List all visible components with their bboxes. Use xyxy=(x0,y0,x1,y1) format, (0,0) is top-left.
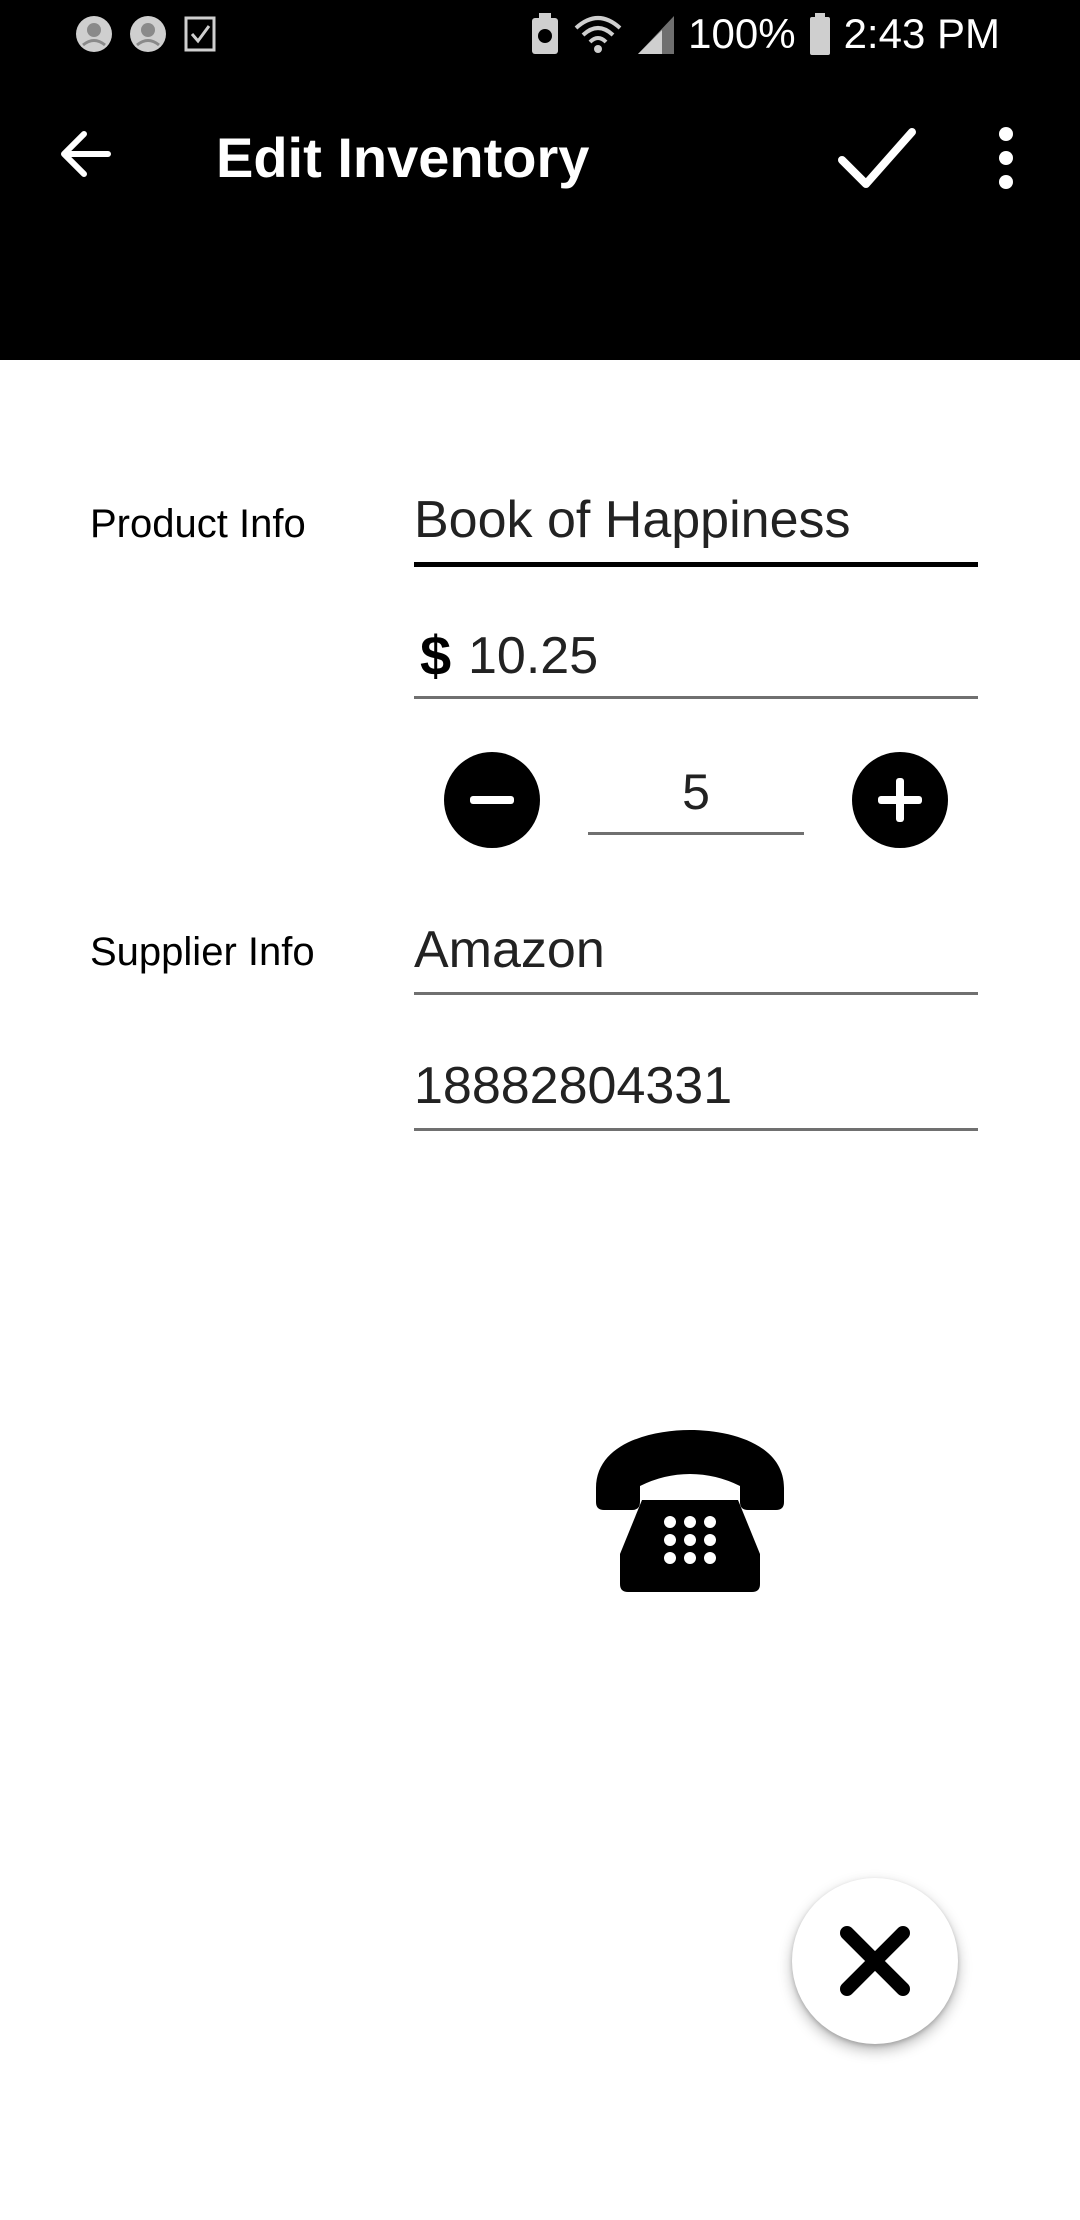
plus-circle-icon xyxy=(878,778,922,822)
supplier-name-field[interactable]: Amazon xyxy=(414,912,978,995)
system-status: 100% 2:43 PM xyxy=(530,10,1000,58)
status-time: 2:43 PM xyxy=(843,10,1000,57)
notification-app-icon xyxy=(130,16,166,52)
decrement-quantity-button[interactable] xyxy=(444,752,540,848)
quantity-field[interactable]: 5 xyxy=(588,754,804,835)
check-icon[interactable] xyxy=(834,116,918,200)
supplier-name-value: Amazon xyxy=(414,921,605,979)
battery-icon xyxy=(809,13,830,55)
product-info-label: Product Info xyxy=(90,502,306,546)
supplier-phone-field[interactable]: 18882804331 xyxy=(414,1048,978,1131)
edit-inventory-screen: 100% 2:43 PM Edit Inventory Product Info… xyxy=(0,0,1080,2220)
more-vert-icon[interactable] xyxy=(986,124,1026,192)
supplier-info-label: Supplier Info xyxy=(90,930,315,974)
status-bar: 100% 2:43 PM xyxy=(0,0,1080,72)
notification-icons xyxy=(74,14,218,54)
wifi-icon xyxy=(574,16,622,53)
product-name-field[interactable]: Book of Happiness xyxy=(414,482,978,567)
dollar-icon: $ xyxy=(420,624,452,687)
minus-circle-icon xyxy=(470,796,514,804)
task-check-icon xyxy=(184,16,216,52)
product-name-value: Book of Happiness xyxy=(414,491,851,549)
cell-signal-icon xyxy=(638,16,675,54)
telephone-icon[interactable] xyxy=(590,1426,790,1594)
app-bar: Edit Inventory xyxy=(0,80,1080,230)
price-field[interactable]: $ 10.25 xyxy=(414,616,978,699)
notification-app-icon xyxy=(76,16,112,52)
close-icon xyxy=(840,1926,910,1996)
price-value: 10.25 xyxy=(468,627,599,685)
battery-saver-icon xyxy=(532,13,559,54)
delete-fab[interactable] xyxy=(792,1878,958,2044)
battery-percent: 100% xyxy=(688,10,796,57)
increment-quantity-button[interactable] xyxy=(852,752,948,848)
supplier-phone-value: 18882804331 xyxy=(414,1057,733,1115)
page-title: Edit Inventory xyxy=(216,126,590,189)
arrow-left-icon[interactable] xyxy=(52,120,120,188)
top-app-area: 100% 2:43 PM Edit Inventory xyxy=(0,0,1080,360)
